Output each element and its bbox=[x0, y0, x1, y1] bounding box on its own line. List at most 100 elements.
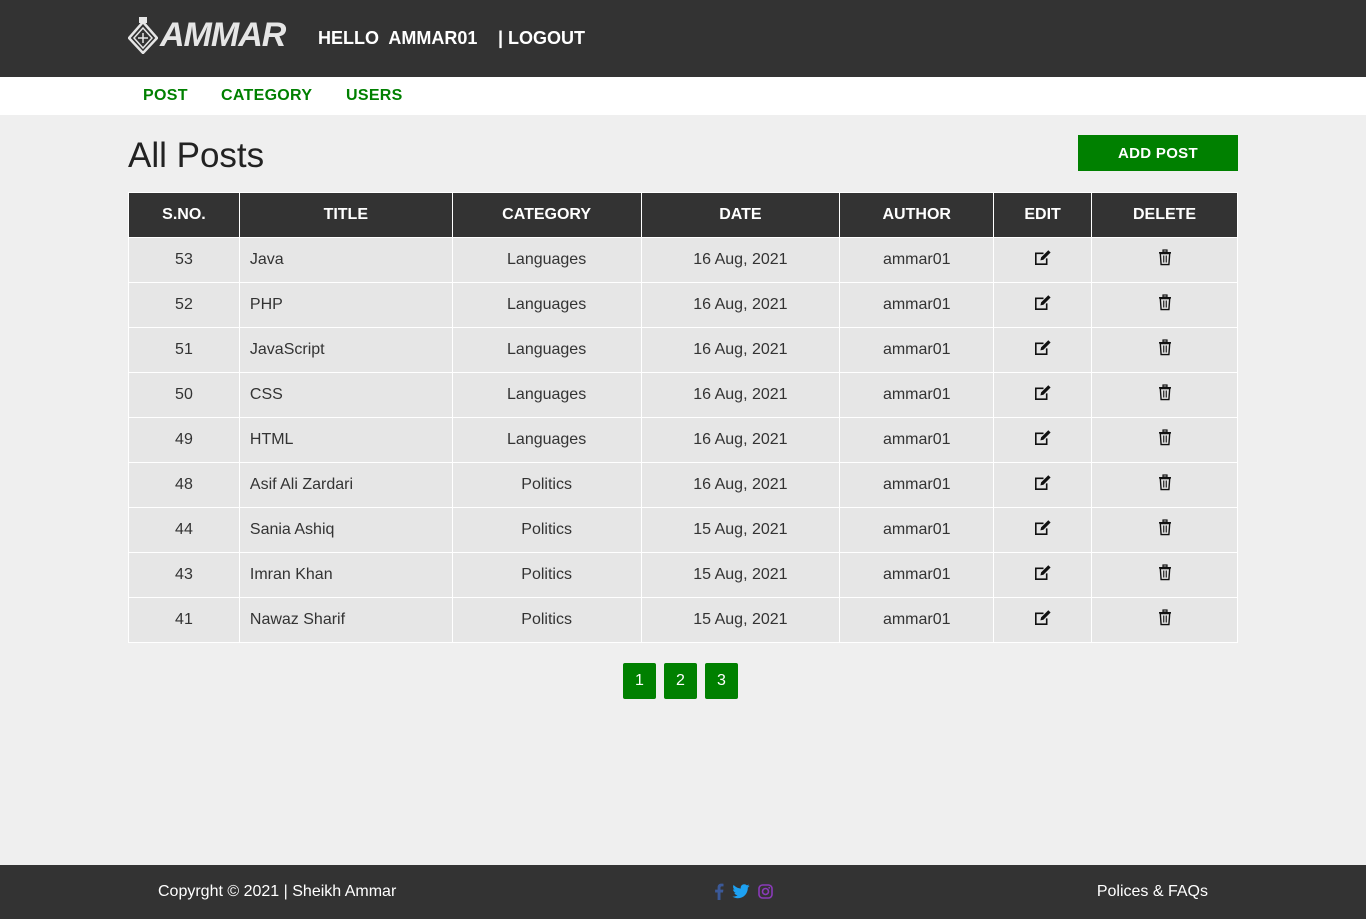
cell-sno: 49 bbox=[128, 417, 240, 463]
cell-date: 16 Aug, 2021 bbox=[640, 237, 841, 283]
cell-title: Nawaz Sharif bbox=[238, 597, 453, 643]
twitter-icon[interactable] bbox=[732, 884, 750, 904]
cell-title: Asif Ali Zardari bbox=[238, 462, 453, 508]
cell-category: Languages bbox=[451, 327, 642, 373]
edit-icon[interactable] bbox=[1033, 429, 1052, 446]
cell-delete bbox=[1091, 552, 1238, 598]
trash-icon[interactable] bbox=[1158, 249, 1172, 266]
table-row: 44 Sania Ashiq Politics 15 Aug, 2021 ammar01 bbox=[128, 507, 1238, 553]
column-header-edit: EDIT bbox=[993, 192, 1093, 238]
cell-date: 16 Aug, 2021 bbox=[640, 327, 841, 373]
add-post-button[interactable]: ADD POST bbox=[1078, 135, 1238, 171]
cell-delete bbox=[1091, 237, 1238, 283]
cell-category: Languages bbox=[451, 372, 642, 418]
trash-icon[interactable] bbox=[1158, 564, 1172, 581]
page-link-1[interactable]: 1 bbox=[623, 663, 656, 699]
logout-link[interactable]: | LOGOUT bbox=[498, 28, 585, 49]
menu-item-users[interactable]: USERS bbox=[346, 87, 403, 105]
cell-title: CSS bbox=[238, 372, 453, 418]
cell-date: 15 Aug, 2021 bbox=[640, 597, 841, 643]
cell-title: Sania Ashiq bbox=[238, 507, 453, 553]
edit-icon[interactable] bbox=[1033, 474, 1052, 491]
table-row: 52 PHP Languages 16 Aug, 2021 ammar01 bbox=[128, 282, 1238, 328]
edit-icon[interactable] bbox=[1033, 249, 1052, 266]
cell-author: ammar01 bbox=[839, 237, 995, 283]
column-header-title: TITLE bbox=[238, 192, 453, 238]
cell-delete bbox=[1091, 597, 1238, 643]
edit-icon[interactable] bbox=[1033, 609, 1052, 626]
trash-icon[interactable] bbox=[1158, 339, 1172, 356]
edit-icon[interactable] bbox=[1033, 339, 1052, 356]
page-title: All Posts bbox=[128, 136, 265, 175]
cell-author: ammar01 bbox=[839, 327, 995, 373]
logo-emblem-icon bbox=[128, 17, 158, 54]
facebook-icon[interactable] bbox=[714, 883, 724, 905]
trash-icon[interactable] bbox=[1158, 294, 1172, 311]
table-row: 49 HTML Languages 16 Aug, 2021 ammar01 bbox=[128, 417, 1238, 463]
site-header: AMMAR HELLO AMMAR01 | LOGOUT bbox=[0, 0, 1366, 77]
table-row: 51 JavaScript Languages 16 Aug, 2021 ammar01 bbox=[128, 327, 1238, 373]
table-row: 53 Java Languages 16 Aug, 2021 ammar01 bbox=[128, 237, 1238, 283]
cell-sno: 50 bbox=[128, 372, 240, 418]
cell-date: 16 Aug, 2021 bbox=[640, 417, 841, 463]
site-logo[interactable]: AMMAR bbox=[128, 14, 286, 56]
cell-category: Politics bbox=[451, 552, 642, 598]
page-link-3[interactable]: 3 bbox=[705, 663, 738, 699]
cell-category: Languages bbox=[451, 417, 642, 463]
cell-author: ammar01 bbox=[839, 372, 995, 418]
cell-date: 16 Aug, 2021 bbox=[640, 282, 841, 328]
cell-title: Imran Khan bbox=[238, 552, 453, 598]
policies-faqs-link[interactable]: Polices & FAQs bbox=[1097, 883, 1208, 901]
trash-icon[interactable] bbox=[1158, 429, 1172, 446]
cell-author: ammar01 bbox=[839, 597, 995, 643]
cell-title: JavaScript bbox=[238, 327, 453, 373]
cell-date: 16 Aug, 2021 bbox=[640, 462, 841, 508]
cell-delete bbox=[1091, 507, 1238, 553]
cell-edit bbox=[993, 417, 1093, 463]
cell-date: 15 Aug, 2021 bbox=[640, 507, 841, 553]
cell-title: Java bbox=[238, 237, 453, 283]
cell-category: Languages bbox=[451, 237, 642, 283]
cell-category: Politics bbox=[451, 597, 642, 643]
cell-edit bbox=[993, 372, 1093, 418]
copyright-text: Copyrght © 2021 | Sheikh Ammar bbox=[158, 883, 397, 900]
edit-icon[interactable] bbox=[1033, 519, 1052, 536]
posts-table-body: 53 Java Languages 16 Aug, 2021 ammar01 52 PHP L… bbox=[128, 237, 1238, 643]
menu-item-category[interactable]: CATEGORY bbox=[221, 87, 312, 105]
cell-sno: 53 bbox=[128, 237, 240, 283]
table-row: 41 Nawaz Sharif Politics 15 Aug, 2021 ammar0… bbox=[128, 597, 1238, 643]
trash-icon[interactable] bbox=[1158, 609, 1172, 626]
menu-item-post[interactable]: POST bbox=[143, 87, 188, 105]
cell-delete bbox=[1091, 372, 1238, 418]
edit-icon[interactable] bbox=[1033, 564, 1052, 581]
cell-title: HTML bbox=[238, 417, 453, 463]
trash-icon[interactable] bbox=[1158, 519, 1172, 536]
cell-delete bbox=[1091, 417, 1238, 463]
cell-delete bbox=[1091, 282, 1238, 328]
cell-edit bbox=[993, 552, 1093, 598]
cell-delete bbox=[1091, 327, 1238, 373]
edit-icon[interactable] bbox=[1033, 384, 1052, 401]
social-links bbox=[714, 883, 773, 905]
trash-icon[interactable] bbox=[1158, 474, 1172, 491]
trash-icon[interactable] bbox=[1158, 384, 1172, 401]
cell-sno: 41 bbox=[128, 597, 240, 643]
instagram-icon[interactable] bbox=[758, 884, 773, 904]
column-header-category: CATEGORY bbox=[451, 192, 642, 238]
edit-icon[interactable] bbox=[1033, 294, 1052, 311]
column-header-date: DATE bbox=[640, 192, 841, 238]
user-greeting: HELLO AMMAR01 bbox=[318, 28, 478, 48]
page-link-2[interactable]: 2 bbox=[664, 663, 697, 699]
column-header-author: AUTHOR bbox=[839, 192, 995, 238]
cell-sno: 48 bbox=[128, 462, 240, 508]
cell-edit bbox=[993, 597, 1093, 643]
cell-sno: 52 bbox=[128, 282, 240, 328]
cell-sno: 43 bbox=[128, 552, 240, 598]
cell-edit bbox=[993, 237, 1093, 283]
logo-text: AMMAR bbox=[160, 15, 286, 54]
cell-sno: 44 bbox=[128, 507, 240, 553]
cell-category: Languages bbox=[451, 282, 642, 328]
table-row: 48 Asif Ali Zardari Politics 16 Aug, 2021 am… bbox=[128, 462, 1238, 508]
cell-edit bbox=[993, 462, 1093, 508]
pagination: 1 2 3 bbox=[623, 663, 738, 699]
